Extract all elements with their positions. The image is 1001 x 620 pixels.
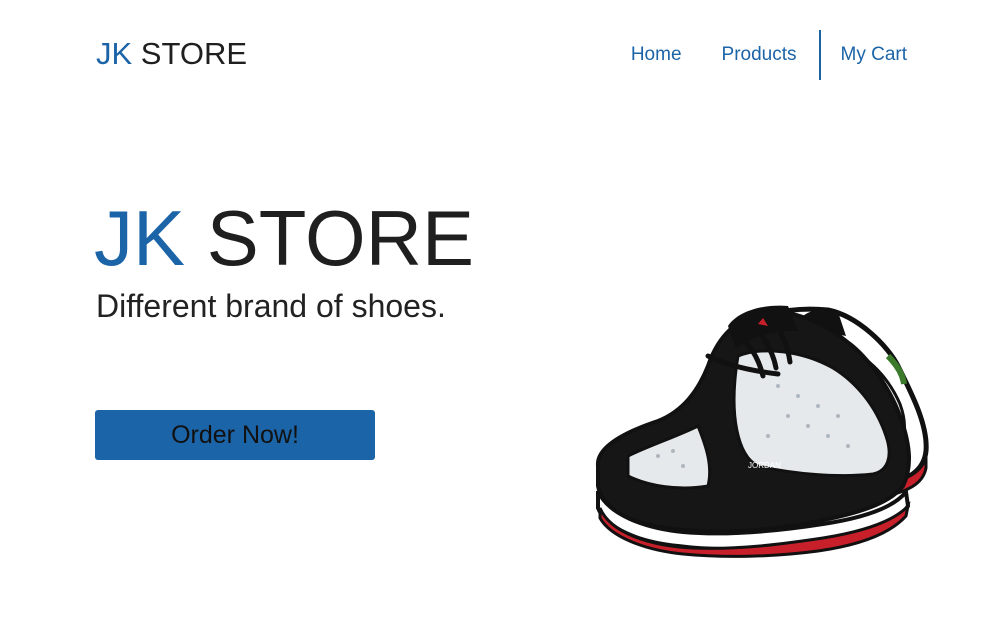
- hero-title-text: STORE: [185, 194, 474, 282]
- hero-title: JK STORE: [94, 196, 474, 280]
- logo-accent: JK: [96, 36, 133, 71]
- site-logo[interactable]: JK STORE: [96, 36, 247, 72]
- hero-subtitle: Different brand of shoes.: [96, 288, 446, 324]
- main-nav: Home Products My Cart: [611, 30, 907, 80]
- nav-home-link[interactable]: Home: [611, 30, 702, 80]
- hero-title-accent: JK: [94, 194, 186, 282]
- logo-text: STORE: [132, 36, 248, 71]
- order-now-button[interactable]: Order Now!: [95, 410, 375, 460]
- sneakers-image: JORDAN: [595, 305, 929, 558]
- jordan-brand-text: JORDAN: [748, 461, 781, 470]
- nav-cart-link[interactable]: My Cart: [818, 30, 907, 80]
- nav-products-link[interactable]: Products: [702, 30, 817, 80]
